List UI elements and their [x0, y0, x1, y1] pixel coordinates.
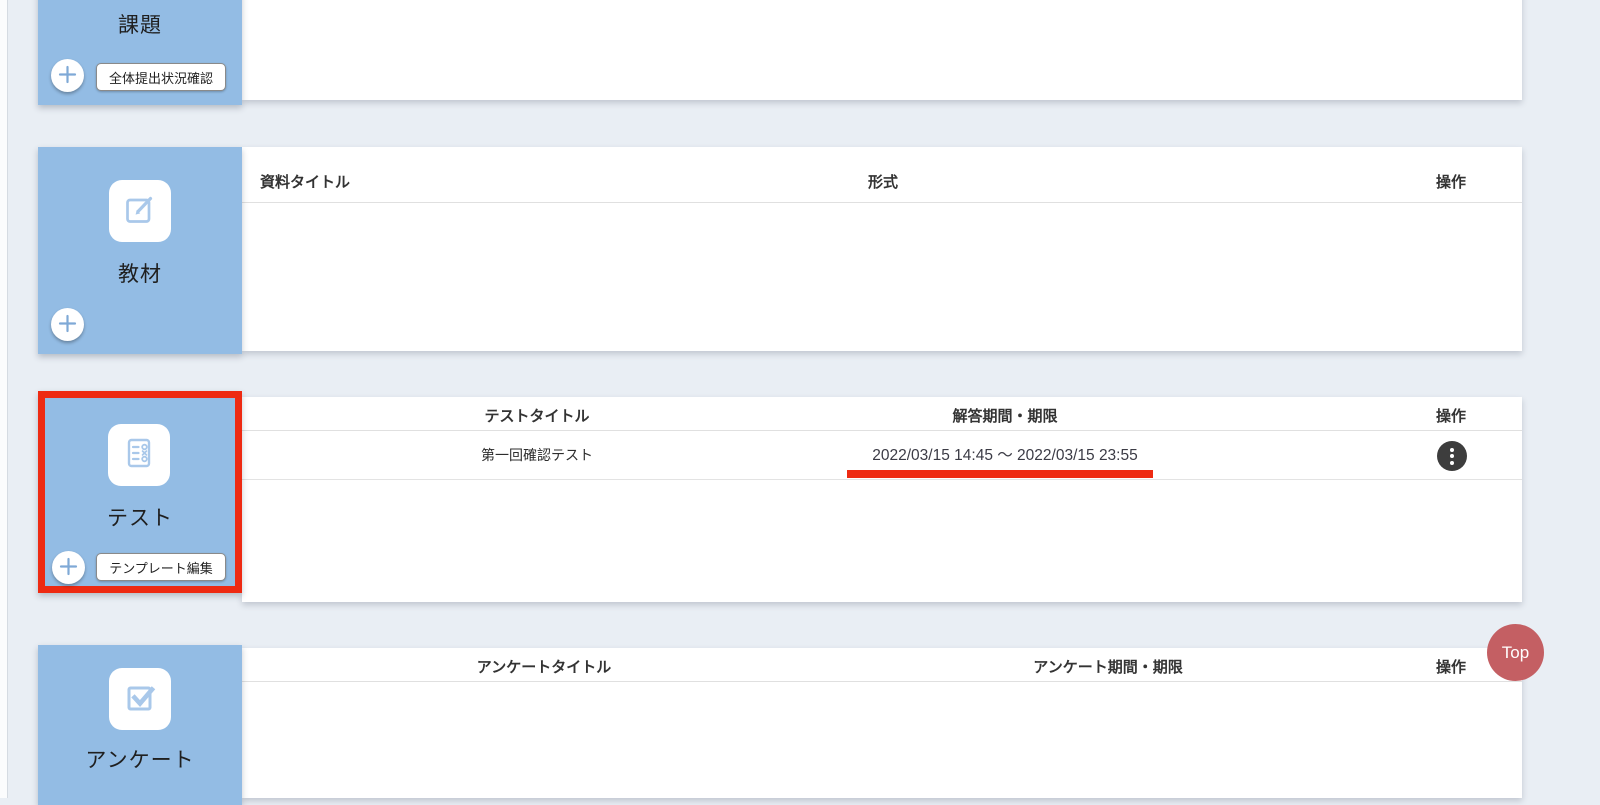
kyozai-table-header: 資料タイトル 形式 操作: [242, 147, 1522, 203]
test-col-period: 解答期間・期限: [952, 405, 1057, 426]
anketo-tile: アンケート: [38, 645, 242, 805]
kadai-add-button[interactable]: [51, 59, 84, 92]
anketo-label: アンケート: [38, 744, 242, 774]
kyozai-col-title: 資料タイトル: [260, 171, 350, 192]
test-icon-card: [108, 424, 170, 486]
test-checklist-icon: [120, 434, 158, 477]
page-left-edge: [0, 0, 8, 798]
test-col-ops: 操作: [1436, 405, 1466, 426]
red-highlight-underline: [847, 470, 1153, 478]
kadai-panel: [242, 0, 1522, 100]
test-panel: テストタイトル 解答期間・期限 操作 第一回確認テスト 2022/03/15 1…: [242, 397, 1522, 602]
test-label: テスト: [45, 502, 235, 532]
test-table-header: テストタイトル 解答期間・期限 操作: [242, 397, 1522, 431]
plus-icon: [58, 65, 77, 87]
checkbox-check-icon: [121, 678, 159, 721]
kadai-submission-status-button[interactable]: 全体提出状況確認: [96, 63, 226, 91]
anketo-panel: アンケートタイトル アンケート期間・期限 操作: [242, 648, 1522, 798]
test-row-period: 2022/03/15 14:45 ～ 2022/03/15 23:55: [872, 443, 1137, 465]
anketo-col-title: アンケートタイトル: [477, 656, 611, 677]
test-tile-red-highlight: テスト テンプレート編集: [38, 391, 242, 593]
edit-pencil-icon: [121, 190, 159, 233]
kyozai-panel: 資料タイトル 形式 操作: [242, 147, 1522, 351]
kyozai-add-button[interactable]: [51, 308, 84, 341]
test-row-title: 第一回確認テスト: [481, 445, 593, 465]
plus-icon: [58, 314, 77, 336]
kyozai-label: 教材: [38, 258, 242, 288]
anketo-icon-card: [109, 668, 171, 730]
test-add-button[interactable]: [52, 551, 85, 584]
test-col-title: テストタイトル: [484, 405, 589, 426]
kyozai-col-ops: 操作: [1436, 171, 1466, 192]
anketo-table-header: アンケートタイトル アンケート期間・期限 操作: [242, 648, 1522, 682]
kyozai-col-format: 形式: [868, 171, 898, 192]
kyozai-icon-card: [109, 180, 171, 242]
kyozai-tile: 教材: [38, 147, 242, 354]
test-row-kebab-menu-button[interactable]: [1437, 441, 1467, 471]
test-template-edit-button[interactable]: テンプレート編集: [96, 553, 226, 581]
kebab-menu-icon: [1450, 448, 1454, 465]
kadai-label: 課題: [38, 9, 242, 39]
test-table-row: 第一回確認テスト 2022/03/15 14:45 ～ 2022/03/15 2…: [242, 431, 1522, 480]
anketo-col-period: アンケート期間・期限: [1033, 656, 1182, 677]
kadai-tile: 課題 全体提出状況確認: [38, 0, 242, 105]
scroll-to-top-button[interactable]: Top: [1487, 624, 1544, 681]
anketo-col-ops: 操作: [1436, 656, 1466, 677]
plus-icon: [59, 557, 78, 579]
